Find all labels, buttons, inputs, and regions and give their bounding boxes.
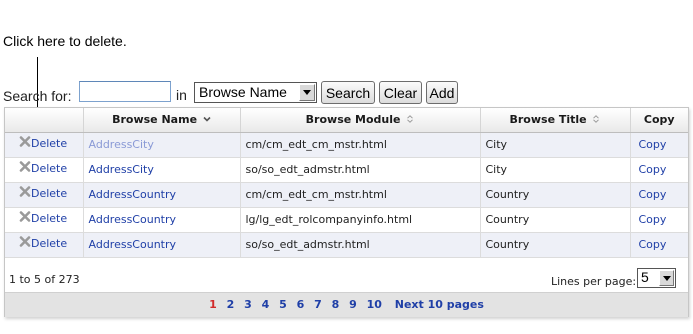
browse-module-cell: cm/cm_edt_cm_mstr.html [240,132,481,158]
browse-title-cell: Country [480,232,631,258]
page-link-current[interactable]: 1 [209,298,217,311]
table-header-row: Browse Name Browse Module Browse Title C… [5,108,688,133]
browse-module-cell: cm/cm_edt_cm_mstr.html [240,182,481,208]
table-row: Delete AddressCity cm/cm_edt_cm_mstr.htm… [5,132,688,158]
browse-name-link[interactable]: AddressCountry [89,213,177,226]
copy-cell: Copy [630,232,688,258]
search-label: Search for: [3,88,72,104]
browse-table: Browse Name Browse Module Browse Title C… [5,108,688,258]
table-row: Delete AddressCountry cm/cm_edt_cm_mstr.… [5,182,688,208]
page-link[interactable]: 8 [332,298,340,311]
header-browse-title-label: Browse Title [509,113,587,127]
delete-cell: Delete [5,207,84,233]
sort-updown-icon[interactable] [406,115,414,124]
lines-per-page-select[interactable]: 5 [637,268,676,288]
callout-annotation: Click here to delete. [3,33,127,49]
header-browse-title[interactable]: Browse Title [480,108,631,133]
x-delete-icon[interactable] [19,235,31,247]
table-row: Delete AddressCountry lg/lg_edt_rolcompa… [5,207,688,233]
page-link[interactable]: 9 [349,298,357,311]
delete-label: Delete [31,236,68,250]
copy-cell: Copy [630,207,688,233]
copy-link[interactable]: Copy [639,188,667,201]
in-label: in [176,87,187,103]
header-browse-name[interactable]: Browse Name [83,108,241,133]
delete-cell: Delete [5,182,84,208]
page-link[interactable]: 3 [244,298,252,311]
delete-link[interactable]: Delete [19,135,68,150]
header-browse-name-label: Browse Name [112,113,198,127]
lines-per-page-value: 5 [641,269,649,285]
browse-name-cell: AddressCountry [83,232,241,258]
search-button[interactable]: Search [321,81,375,104]
page-link[interactable]: 5 [279,298,287,311]
page-link[interactable]: 10 [367,298,382,311]
x-delete-icon[interactable] [19,160,31,172]
lines-per-page-label: Lines per page: [551,275,637,288]
delete-label: Delete [31,136,68,150]
search-field-select[interactable]: Browse Name [194,82,317,103]
table-row: Delete AddressCity so/so_edt_admstr.html… [5,157,688,183]
browse-title-cell: Country [480,207,631,233]
delete-link[interactable]: Delete [19,210,68,225]
copy-cell: Copy [630,182,688,208]
grid-footer: 1 to 5 of 273 Lines per page: 5 [5,263,688,293]
browse-name-link[interactable]: AddressCountry [89,188,177,201]
delete-link[interactable]: Delete [19,235,68,250]
browse-name-cell: AddressCity [83,157,241,183]
browse-title-cell: City [480,157,631,183]
browse-module-cell: so/so_edt_admstr.html [240,232,481,258]
copy-link[interactable]: Copy [639,163,667,176]
pagination: 1 2 3 4 5 6 7 8 9 10 Next 10 pages [5,292,688,317]
table-row: Delete AddressCountry so/so_edt_admstr.h… [5,232,688,258]
x-delete-icon[interactable] [19,185,31,197]
header-actions [5,108,84,133]
header-browse-module-label: Browse Module [305,113,401,127]
delete-label: Delete [31,186,68,200]
browse-name-cell: AddressCountry [83,182,241,208]
chevron-down-icon[interactable] [203,115,211,123]
delete-label: Delete [31,211,68,225]
page-link[interactable]: 4 [262,298,270,311]
browse-grid: Browse Name Browse Module Browse Title C… [4,107,689,317]
sort-updown-icon[interactable] [592,115,600,124]
browse-name-link[interactable]: AddressCity [89,163,154,176]
search-field-selected: Browse Name [199,84,287,100]
add-button[interactable]: Add [426,81,458,104]
browse-name-cell: AddressCountry [83,207,241,233]
browse-title-cell: Country [480,182,631,208]
header-copy: Copy [630,108,688,133]
browse-module-cell: lg/lg_edt_rolcompanyinfo.html [240,207,481,233]
browse-name-link[interactable]: AddressCity [89,138,154,151]
record-range: 1 to 5 of 273 [9,273,80,286]
delete-link[interactable]: Delete [19,160,68,175]
x-delete-icon[interactable] [19,210,31,222]
browse-name-cell: AddressCity [83,132,241,158]
delete-cell: Delete [5,157,84,183]
browse-module-cell: so/so_edt_admstr.html [240,157,481,183]
search-bar: Search for: in Browse Name Search Clear … [0,80,480,108]
page-link[interactable]: 6 [297,298,305,311]
dropdown-arrow-icon[interactable] [659,270,674,286]
browse-name-link[interactable]: AddressCountry [89,238,177,251]
copy-cell: Copy [630,157,688,183]
x-delete-icon[interactable] [19,135,31,147]
copy-cell: Copy [630,132,688,158]
delete-cell: Delete [5,132,84,158]
copy-link[interactable]: Copy [639,213,667,226]
header-browse-module[interactable]: Browse Module [240,108,481,133]
next-pages-link[interactable]: Next 10 pages [395,298,484,311]
page-link[interactable]: 7 [314,298,322,311]
clear-button[interactable]: Clear [379,81,422,104]
delete-label: Delete [31,161,68,175]
dropdown-arrow-icon[interactable] [299,84,315,101]
browse-title-cell: City [480,132,631,158]
delete-link[interactable]: Delete [19,185,68,200]
search-input[interactable] [79,81,171,102]
copy-link[interactable]: Copy [639,238,667,251]
delete-cell: Delete [5,232,84,258]
copy-link[interactable]: Copy [639,138,667,151]
page-link[interactable]: 2 [227,298,235,311]
